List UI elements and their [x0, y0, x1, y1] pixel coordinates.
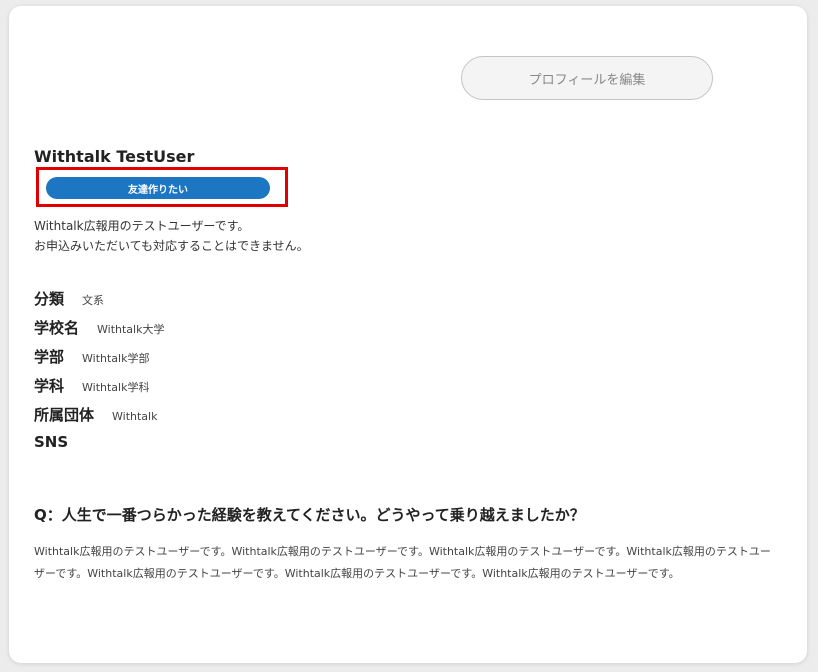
info-row-organization: 所属団体 Withtalk	[34, 404, 434, 433]
edit-profile-button[interactable]: プロフィールを編集	[461, 56, 713, 100]
purpose-tag[interactable]: 友達作りたい	[46, 177, 270, 199]
info-label: SNS	[34, 433, 69, 451]
info-value: Withtalk学部	[82, 352, 150, 365]
info-label: 学校名	[34, 319, 80, 337]
intro-line: Withtalk広報用のテストユーザーです。	[34, 219, 250, 233]
info-row-department: 学科 Withtalk学科	[34, 375, 434, 404]
info-row-category: 分類 文系	[34, 288, 434, 317]
info-label: 所属団体	[34, 406, 95, 424]
info-value: 文系	[82, 294, 105, 307]
info-row-faculty: 学部 Withtalk学部	[34, 346, 434, 375]
profile-card: プロフィールを編集 Withtalk TestUser 友達作りたい Witht…	[9, 6, 807, 663]
info-value: Withtalk大学	[97, 323, 165, 336]
info-row-sns: SNS	[34, 433, 434, 462]
info-row-school: 学校名 Withtalk大学	[34, 317, 434, 346]
qa-answer: Withtalk広報用のテストユーザーです。Withtalk広報用のテストユーザ…	[34, 545, 771, 580]
profile-info: 分類 文系 学校名 Withtalk大学 学部 Withtalk学部 学科 Wi…	[34, 288, 434, 462]
info-label: 学科	[34, 377, 65, 395]
qa-question: Q：人生で一番つらかった経験を教えてください。どうやって乗り越えましたか？	[34, 506, 585, 524]
info-value: Withtalk	[112, 410, 158, 423]
info-label: 分類	[34, 290, 65, 308]
profile-intro: Withtalk広報用のテストユーザーです。 お申込みいただいても対応することは…	[34, 216, 309, 256]
info-label: 学部	[34, 348, 65, 366]
intro-line: お申込みいただいても対応することはできません。	[34, 239, 309, 253]
user-name: Withtalk TestUser	[34, 147, 195, 166]
info-value: Withtalk学科	[82, 381, 150, 394]
